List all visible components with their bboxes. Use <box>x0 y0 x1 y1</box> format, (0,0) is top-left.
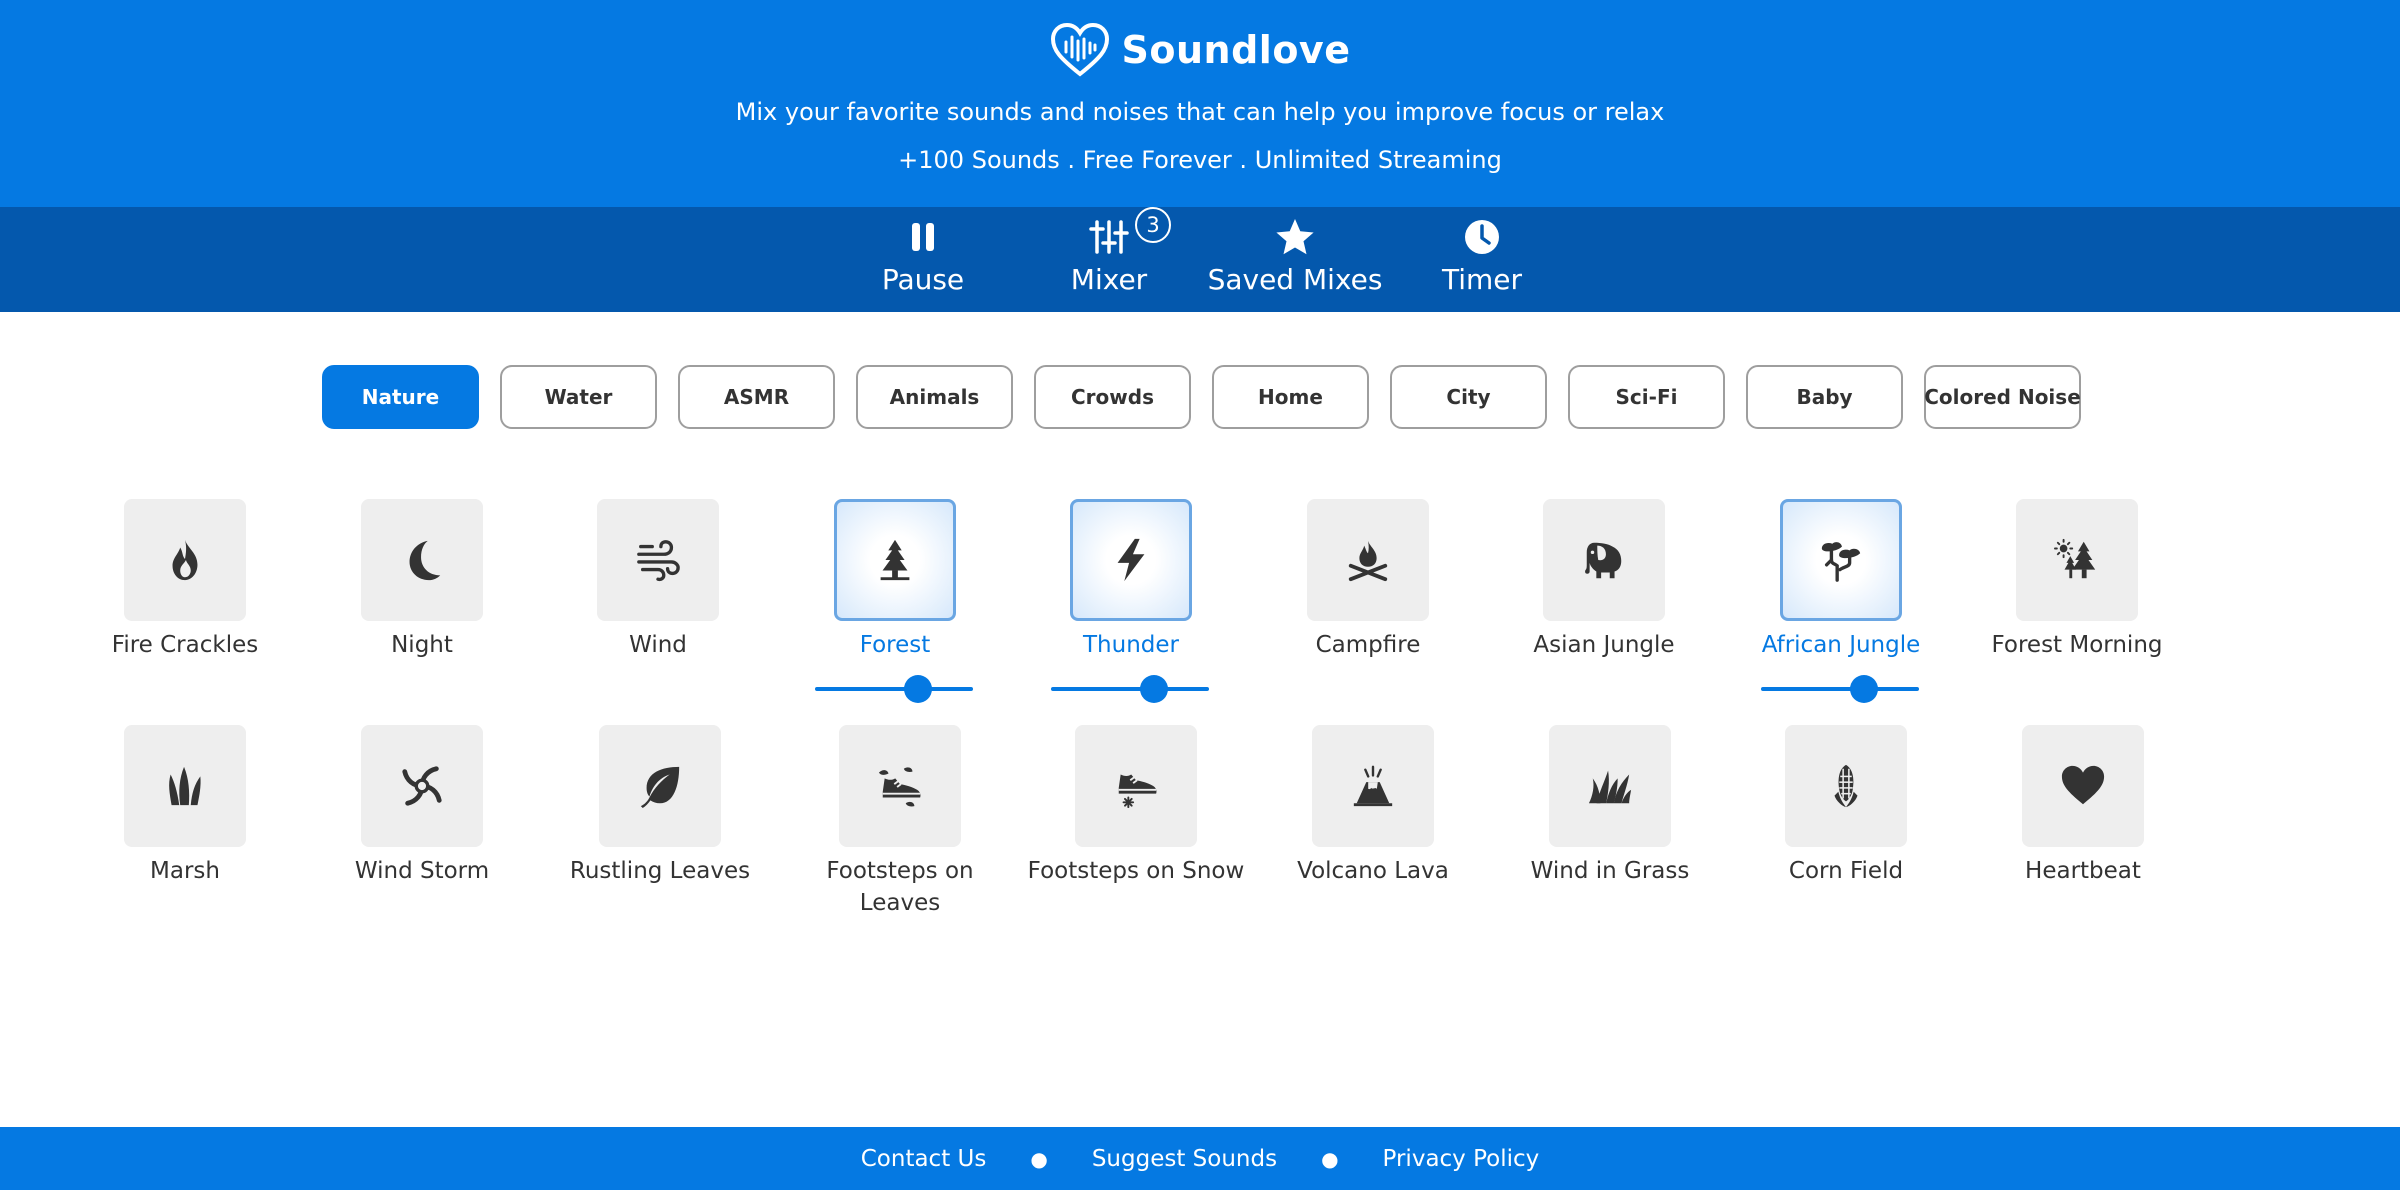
sound-tile[interactable] <box>124 499 246 621</box>
lightning-icon <box>1117 538 1145 582</box>
sound-tile[interactable] <box>1780 499 1902 621</box>
tab-nature[interactable]: Nature <box>322 365 479 429</box>
pause-icon <box>912 223 934 251</box>
star-icon <box>1276 219 1314 255</box>
header: Soundlove Mix your favorite sounds and n… <box>0 0 2400 207</box>
sound-tile[interactable] <box>599 725 721 847</box>
reeds-icon <box>169 766 201 806</box>
elephant-icon <box>1585 542 1622 579</box>
tab-asmr[interactable]: ASMR <box>678 365 835 429</box>
slider-track[interactable] <box>815 687 973 691</box>
sound-name: Footsteps on Snow <box>1027 858 1245 884</box>
suggest-sounds-link[interactable]: Suggest Sounds <box>1092 1146 1277 1172</box>
sound-name: Campfire <box>1315 632 1421 658</box>
heart-icon <box>2061 765 2105 805</box>
tab-city[interactable]: City <box>1390 365 1547 429</box>
leaf-icon <box>640 766 680 809</box>
sliders-icon <box>1089 220 1129 254</box>
separator-dot: ● <box>1321 1146 1339 1171</box>
wind-icon <box>637 540 680 582</box>
campfire-icon <box>1348 540 1388 582</box>
separator-dot: ● <box>1030 1146 1048 1171</box>
saved-mixes-button[interactable]: Saved Mixes <box>1202 207 1388 312</box>
sound-name: Fire Crackles <box>111 632 259 658</box>
sound-tile[interactable] <box>2016 499 2138 621</box>
sound-name: Rustling Leaves <box>569 858 751 884</box>
timer-label: Timer <box>1441 263 1523 296</box>
tab-animals[interactable]: Animals <box>856 365 1013 429</box>
corn-icon <box>1834 764 1858 808</box>
sound-tile[interactable] <box>2022 725 2144 847</box>
volume-slider[interactable] <box>1761 675 1919 703</box>
player-nav: Pause Mixer 3 Saved Mixes Timer <box>0 207 2400 312</box>
timer-button[interactable]: Timer <box>1389 207 1575 312</box>
sound-tile[interactable] <box>1543 499 1665 621</box>
mixer-label: Mixer <box>1070 263 1148 296</box>
sound-name: Marsh <box>150 858 220 884</box>
slider-knob[interactable] <box>903 675 932 703</box>
sound-name: African Jungle <box>1761 632 1921 658</box>
jungle-trees-icon <box>1821 542 1861 582</box>
slider-track[interactable] <box>1761 687 1919 691</box>
grass-icon <box>1588 770 1632 804</box>
sound-name: Wind Storm <box>354 858 490 884</box>
mixer-button[interactable]: Mixer 3 <box>1016 207 1202 312</box>
sun-trees-icon <box>2054 538 2096 579</box>
sound-name: Wind <box>629 632 687 658</box>
sound-name: Thunder <box>1083 632 1179 658</box>
sound-name: Footsteps on Leaves <box>826 858 974 916</box>
sound-tile[interactable] <box>124 725 246 847</box>
sound-name: Night <box>391 632 453 658</box>
volume-slider[interactable] <box>1051 675 1209 703</box>
sound-name: Forest <box>859 632 931 658</box>
brand-name: Soundlove <box>1121 28 1351 72</box>
slider-knob[interactable] <box>1139 675 1168 703</box>
sound-tile[interactable] <box>361 725 483 847</box>
tab-water[interactable]: Water <box>500 365 657 429</box>
pine-tree-icon <box>880 539 910 581</box>
slider-track[interactable] <box>1051 687 1209 691</box>
heart-soundwave-icon <box>1050 22 1109 77</box>
sound-tile[interactable] <box>361 499 483 621</box>
tagline: Mix your favorite sounds and noises that… <box>735 98 1665 126</box>
tab-colored-noise[interactable]: Colored Noise <box>1924 365 2081 429</box>
sound-tile[interactable] <box>1307 499 1429 621</box>
sound-name: Heartbeat <box>2025 858 2141 884</box>
logo[interactable]: Soundlove <box>0 20 2400 80</box>
slider-knob[interactable] <box>1849 675 1878 703</box>
sound-name: Corn Field <box>1788 858 1904 884</box>
sound-name: Volcano Lava <box>1297 858 1449 884</box>
volcano-icon <box>1353 765 1393 807</box>
sound-tile[interactable] <box>597 499 719 621</box>
feature-line: +100 Sounds . Free Forever . Unlimited S… <box>898 146 1502 174</box>
sound-tile[interactable] <box>1549 725 1671 847</box>
saved-mixes-label: Saved Mixes <box>1207 263 1383 296</box>
shoe-snow-icon <box>1118 774 1157 809</box>
tab-crowds[interactable]: Crowds <box>1034 365 1191 429</box>
privacy-policy-link[interactable]: Privacy Policy <box>1383 1146 1540 1172</box>
sound-tile[interactable] <box>839 725 961 847</box>
storm-swirl-icon <box>402 766 442 806</box>
pause-label: Pause <box>881 263 965 296</box>
sound-name: Asian Jungle <box>1533 632 1675 658</box>
pause-button[interactable]: Pause <box>830 207 1016 312</box>
volume-slider[interactable] <box>815 675 973 703</box>
sound-tile[interactable] <box>834 499 956 621</box>
tab-home[interactable]: Home <box>1212 365 1369 429</box>
contact-us-link[interactable]: Contact Us <box>861 1146 987 1172</box>
mixer-count-badge: 3 <box>1135 207 1171 243</box>
tab-baby[interactable]: Baby <box>1746 365 1903 429</box>
sound-name: Forest Morning <box>1991 632 2163 658</box>
tab-sci-fi[interactable]: Sci-Fi <box>1568 365 1725 429</box>
fire-icon <box>172 539 198 581</box>
sound-tile[interactable] <box>1785 725 1907 847</box>
sound-tile[interactable] <box>1070 499 1192 621</box>
sound-tile[interactable] <box>1075 725 1197 847</box>
clock-icon <box>1465 220 1499 254</box>
moon-icon <box>409 540 441 581</box>
sound-tile[interactable] <box>1312 725 1434 847</box>
footer: Contact Us ● Suggest Sounds ● Privacy Po… <box>0 1127 2400 1190</box>
sound-name: Wind in Grass <box>1530 858 1690 884</box>
shoe-leaves-icon <box>878 767 921 807</box>
